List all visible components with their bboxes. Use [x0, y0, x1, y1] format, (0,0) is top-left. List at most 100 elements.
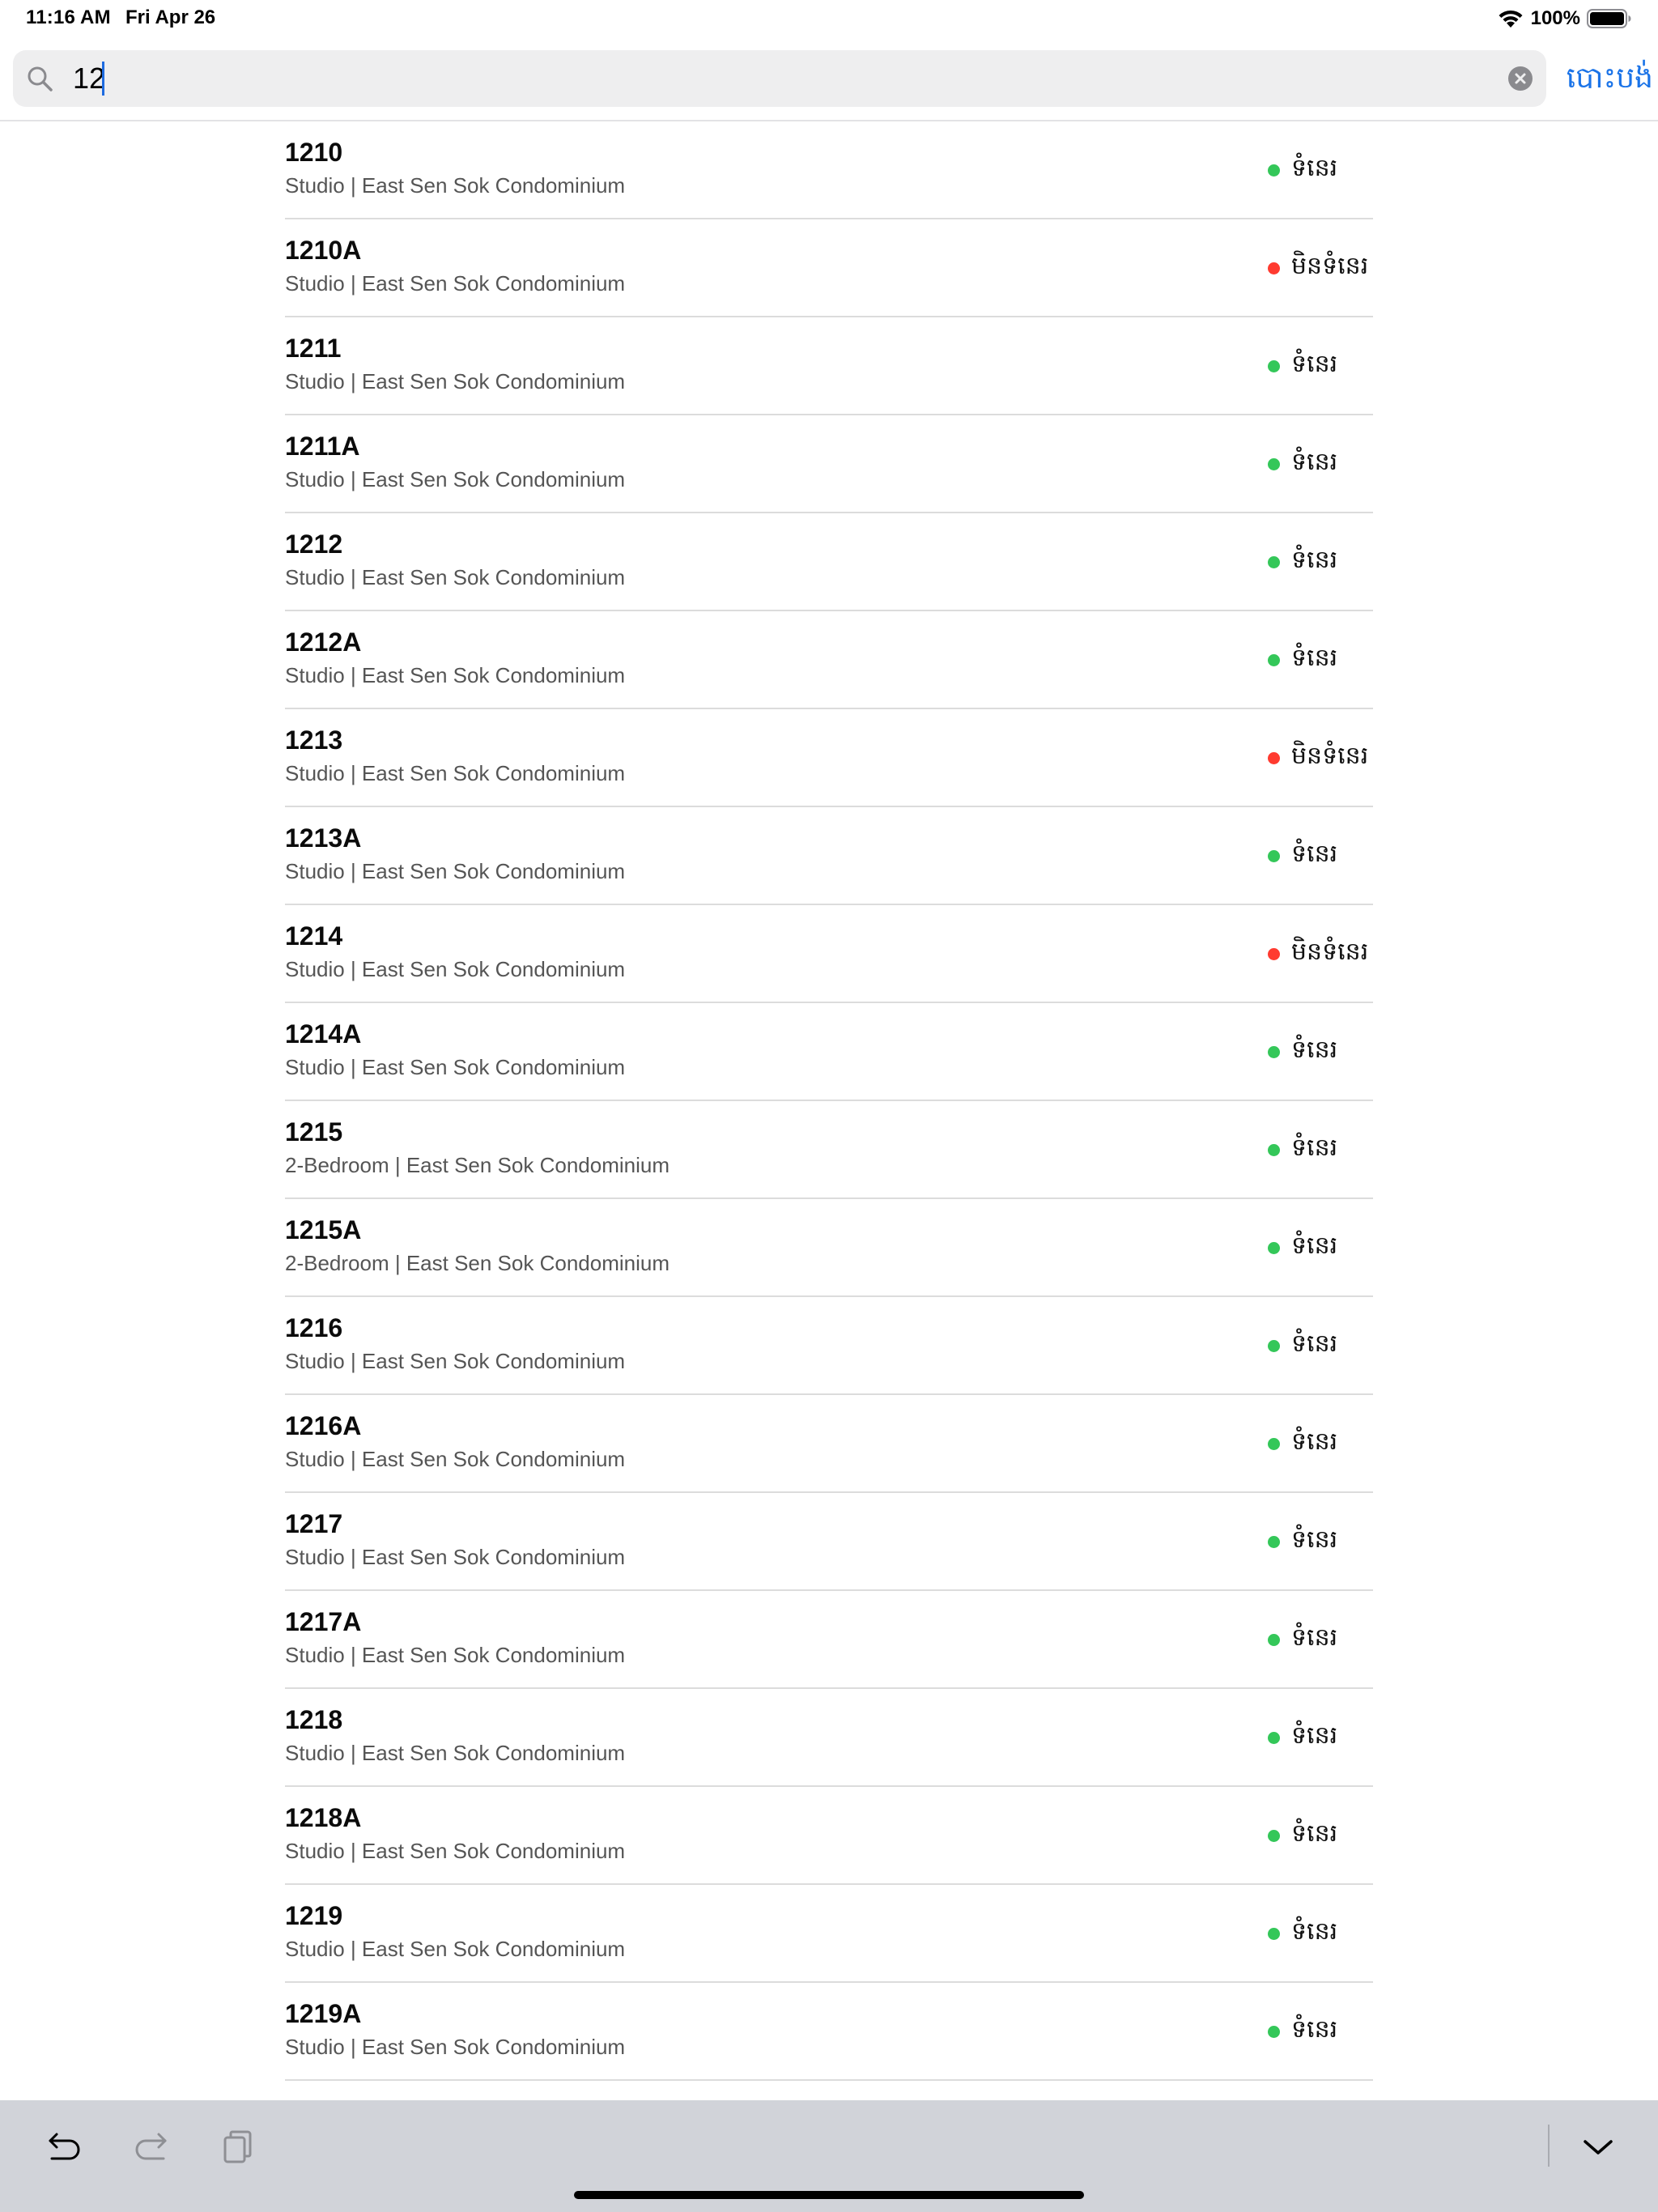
unit-number: 1216 [285, 1313, 343, 1342]
unit-detail: Studio | East Sen Sok Condominium [285, 1741, 626, 1765]
status-label: ទំនេរ [1291, 350, 1338, 378]
list-item[interactable]: 1210A Studio | East Sen Sok Condominium មិ… [285, 219, 1373, 317]
undo-icon[interactable] [45, 2128, 84, 2167]
status-label: ទំនេរ [1291, 154, 1338, 182]
status-label: ទំនេរ [1291, 1329, 1338, 1358]
list-item[interactable]: 1213A Studio | East Sen Sok Condominium ទំ… [285, 807, 1373, 905]
status-dot-icon [1268, 1437, 1280, 1450]
status-label: ទំនេរ [1291, 1036, 1338, 1064]
status-dot-icon [1268, 555, 1280, 568]
status-dot-icon [1268, 2025, 1280, 2038]
clear-icon[interactable] [1507, 66, 1533, 91]
unit-detail: Studio | East Sen Sok Condominium [285, 1055, 626, 1079]
status-label: មិនទំនេរ [1291, 252, 1369, 280]
list-item[interactable]: 1214 Studio | East Sen Sok Condominium មិន… [285, 905, 1373, 1003]
status-label: ទំនេរ [1291, 1134, 1338, 1162]
availability-status: ទំនេរ [1268, 1231, 1337, 1264]
unit-number: 1210 [285, 138, 343, 167]
unit-number: 1215 [285, 1117, 343, 1146]
list-item[interactable]: 1212 Studio | East Sen Sok Condominium ទំន… [285, 513, 1373, 611]
text-caret [102, 62, 104, 96]
unit-number: 1212 [285, 530, 343, 559]
unit-detail: Studio | East Sen Sok Condominium [285, 957, 626, 981]
availability-status: ទំនេរ [1268, 1525, 1337, 1558]
availability-status: ទំនេរ [1268, 1917, 1337, 1950]
availability-status: ទំនេរ [1268, 154, 1337, 186]
list-item[interactable]: 1212A Studio | East Sen Sok Condominium ទំ… [285, 611, 1373, 709]
unit-detail: Studio | East Sen Sok Condominium [285, 1349, 626, 1373]
status-dot-icon [1268, 1829, 1280, 1842]
status-dot-icon [1268, 1535, 1280, 1548]
status-bar: 11:16 AM Fri Apr 26 100% [0, 0, 1658, 39]
keyboard-shortcut-bar [0, 2100, 1658, 2212]
list-item[interactable]: 1216A Studio | East Sen Sok Condominium ទំ… [285, 1395, 1373, 1493]
unit-detail: Studio | East Sen Sok Condominium [285, 761, 626, 785]
unit-number: 1214 [285, 921, 343, 951]
list-item[interactable]: 1217 Studio | East Sen Sok Condominium ទំន… [285, 1493, 1373, 1591]
list-item[interactable]: 1218A Studio | East Sen Sok Condominium ទំ… [285, 1787, 1373, 1885]
availability-status: មិនទំនេរ [1268, 742, 1368, 774]
status-dot-icon [1268, 164, 1280, 177]
unit-list: 1210 Studio | East Sen Sok Condominium ទំន… [285, 121, 1373, 2081]
unit-detail: Studio | East Sen Sok Condominium [285, 271, 626, 296]
home-indicator[interactable] [574, 2191, 1084, 2199]
list-item[interactable]: 1217A Studio | East Sen Sok Condominium ទំ… [285, 1591, 1373, 1689]
cancel-button[interactable]: បោះបង់ [1559, 50, 1653, 107]
battery-icon [1587, 9, 1631, 28]
list-item[interactable]: 1219 Studio | East Sen Sok Condominium ទំន… [285, 1885, 1373, 1983]
unit-number: 1219 [285, 1901, 343, 1930]
list-item[interactable]: 1213 Studio | East Sen Sok Condominium មិន… [285, 709, 1373, 807]
unit-number: 1213A [285, 823, 362, 853]
unit-detail: Studio | East Sen Sok Condominium [285, 663, 626, 687]
unit-detail: Studio | East Sen Sok Condominium [285, 2035, 626, 2059]
status-label: ទំនេរ [1291, 1231, 1338, 1260]
status-dot-icon [1268, 359, 1280, 372]
availability-status: ទំនេរ [1268, 1819, 1337, 1852]
availability-status: ទំនេរ [1268, 1721, 1337, 1754]
toolbar-divider [1548, 2125, 1550, 2167]
unit-detail: Studio | East Sen Sok Condominium [285, 369, 626, 393]
list-item[interactable]: 1215 2-Bedroom | East Sen Sok Condominium… [285, 1101, 1373, 1199]
list-item[interactable]: 1211A Studio | East Sen Sok Condominium ទំ… [285, 415, 1373, 513]
unit-number: 1218A [285, 1803, 362, 1832]
list-item[interactable]: 1215A 2-Bedroom | East Sen Sok Condominiu… [285, 1199, 1373, 1297]
availability-status: ទំនេរ [1268, 1329, 1337, 1362]
unit-detail: Studio | East Sen Sok Condominium [285, 1447, 626, 1471]
unit-number: 1211 [285, 334, 342, 363]
list-item[interactable]: 1214A Studio | East Sen Sok Condominium ទំ… [285, 1003, 1373, 1101]
status-label: ទំនេរ [1291, 546, 1338, 574]
paste-icon[interactable] [219, 2128, 257, 2167]
unit-detail: Studio | East Sen Sok Condominium [285, 565, 626, 589]
list-item[interactable]: 1210 Studio | East Sen Sok Condominium ទំន… [285, 121, 1373, 219]
list-item[interactable]: 1216 Studio | East Sen Sok Condominium ទំន… [285, 1297, 1373, 1395]
status-dot-icon [1268, 457, 1280, 470]
list-item[interactable]: 1211 Studio | East Sen Sok Condominium ទំន… [285, 317, 1373, 415]
chevron-down-icon[interactable] [1579, 2128, 1618, 2167]
unit-detail: 2-Bedroom | East Sen Sok Condominium [285, 1251, 670, 1275]
unit-detail: Studio | East Sen Sok Condominium [285, 1839, 626, 1863]
unit-detail: 2-Bedroom | East Sen Sok Condominium [285, 1153, 670, 1177]
unit-number: 1212A [285, 627, 362, 657]
unit-number: 1214A [285, 1019, 362, 1049]
search-bar[interactable] [13, 50, 1546, 107]
search-input[interactable] [73, 57, 1449, 100]
availability-status: ទំនេរ [1268, 350, 1337, 382]
redo-icon[interactable] [131, 2128, 170, 2167]
unit-detail: Studio | East Sen Sok Condominium [285, 1643, 626, 1667]
search-icon [28, 66, 53, 91]
battery-percentage: 100% [1530, 7, 1580, 29]
list-item[interactable]: 1219A Studio | East Sen Sok Condominium ទំ… [285, 1983, 1373, 2081]
status-label: មិនទំនេរ [1291, 742, 1369, 770]
status-label: ទំនេរ [1291, 2015, 1338, 2044]
status-label: ទំនេរ [1291, 840, 1338, 868]
availability-status: មិនទំនេរ [1268, 252, 1368, 284]
list-item[interactable]: 1218 Studio | East Sen Sok Condominium ទំន… [285, 1689, 1373, 1787]
status-dot-icon [1268, 1339, 1280, 1352]
unit-number: 1213 [285, 725, 343, 755]
unit-number: 1211A [285, 432, 360, 461]
status-dot-icon [1268, 1731, 1280, 1744]
availability-status: ទំនេរ [1268, 1427, 1337, 1460]
unit-number: 1210A [285, 236, 362, 265]
status-label: ទំនេរ [1291, 644, 1338, 672]
status-dot-icon [1268, 1927, 1280, 1940]
